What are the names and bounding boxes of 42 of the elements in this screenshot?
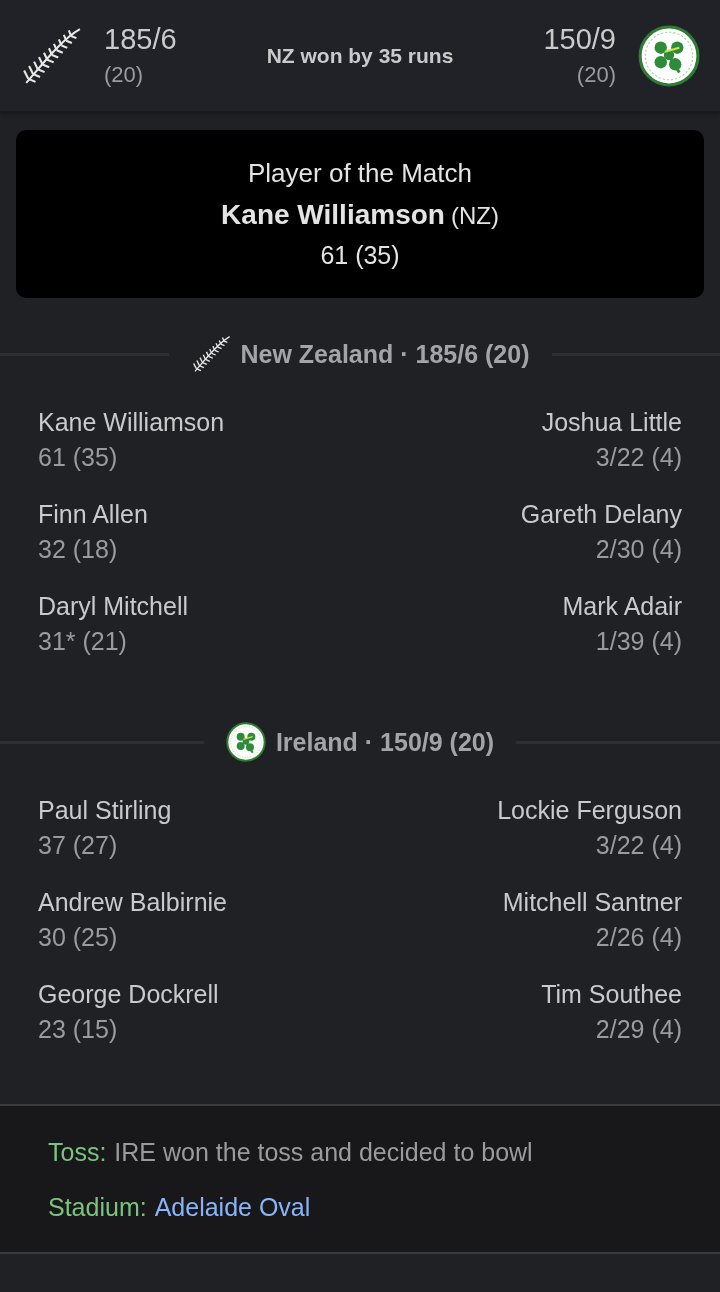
match-result: NZ won by 35 runs	[266, 43, 454, 68]
batting-figures: 32 (18)	[38, 535, 119, 564]
card-title: Player of the Match	[247, 158, 473, 189]
bowling-figures: 3/22 (4)	[594, 443, 682, 472]
player-name: Kane Williamson	[221, 199, 445, 230]
fern-icon	[190, 334, 231, 374]
player-figures: 61 (35)	[319, 241, 401, 270]
info-label: Stadium:	[48, 1193, 147, 1221]
shamrock-icon	[225, 722, 266, 762]
batting-figures: 37 (27)	[38, 831, 119, 860]
overs-count: (20)	[575, 62, 616, 88]
batting-figures: 30 (25)	[38, 923, 119, 952]
bowler-name: Lockie Ferguson	[497, 796, 682, 825]
bowling-figures: 3/22 (4)	[594, 831, 682, 860]
innings-title: Ireland · 150/9 (20)	[275, 727, 495, 757]
bowler-name: Mitchell Santner	[502, 888, 682, 917]
batter-name: Daryl Mitchell	[38, 592, 189, 621]
info-text: IRE won the toss and decided to bowl	[114, 1138, 533, 1166]
batting-figures: 61 (35)	[38, 443, 119, 472]
batting-figures: 23 (15)	[38, 1015, 119, 1044]
batter-name: Paul Stirling	[38, 796, 172, 825]
batter-name: Finn Allen	[38, 500, 148, 529]
bowler-name: Gareth Delany	[520, 500, 682, 529]
bowler-name: Tim Southee	[541, 980, 682, 1009]
bowling-figures: 2/29 (4)	[594, 1015, 682, 1044]
shamrock-icon	[638, 24, 700, 87]
team-code: (NZ)	[450, 202, 499, 229]
bowling-figures: 2/30 (4)	[594, 535, 682, 564]
batting-figures: 31* (21)	[38, 627, 128, 656]
batter-name: Kane Williamson	[38, 408, 225, 437]
bowling-figures: 1/39 (4)	[594, 627, 682, 656]
bowling-figures: 2/26 (4)	[594, 923, 682, 952]
bowler-name: Mark Adair	[562, 592, 682, 621]
batter-name: Andrew Balbirnie	[38, 888, 227, 917]
team-score: 150/9	[543, 23, 616, 56]
batter-name: George Dockrell	[38, 980, 219, 1009]
overs-count: (20)	[104, 62, 145, 88]
info-label: Toss:	[48, 1138, 107, 1166]
bowler-name: Joshua Little	[541, 408, 682, 437]
team-score: 185/6	[104, 23, 177, 56]
innings-title: New Zealand · 185/6 (20)	[240, 339, 530, 369]
stadium-link[interactable]: Adelaide Oval	[154, 1193, 311, 1221]
